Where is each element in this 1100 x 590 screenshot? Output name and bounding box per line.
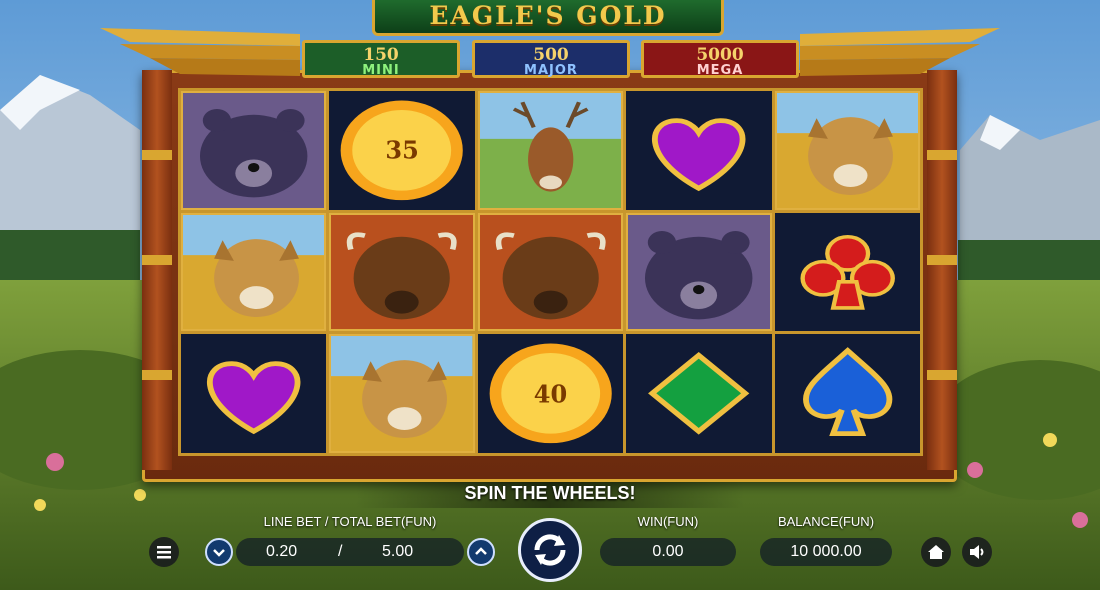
spin-icon <box>534 534 566 566</box>
sun-value: 40 <box>533 379 568 409</box>
left-pillar <box>142 70 172 470</box>
symbol-deer <box>477 91 624 210</box>
jackpot-mega-label: MEGA <box>696 63 744 78</box>
home-icon <box>928 545 944 559</box>
symbol-cougar <box>329 334 475 453</box>
symbol-purple-heart <box>181 334 327 453</box>
symbol-cougar <box>774 91 920 210</box>
increase-bet-button[interactable] <box>467 538 495 566</box>
left-wing-ornament <box>100 28 300 76</box>
sound-icon <box>970 545 984 559</box>
symbol-purple-heart <box>626 91 772 210</box>
menu-button[interactable] <box>149 537 179 567</box>
jackpot-mini-amount: 150 <box>363 45 399 65</box>
balance-display: 10 000.00 <box>760 538 892 566</box>
balance-label: BALANCE(FUN) <box>777 514 875 529</box>
jackpot-mini: 150 MINI <box>302 40 460 78</box>
sound-button[interactable] <box>962 537 992 567</box>
line-bet-value: 0.20 <box>266 543 298 560</box>
symbol-bear <box>181 91 327 210</box>
status-message: SPIN THE WHEELS! <box>464 483 636 503</box>
total-bet-value: 5.00 <box>382 543 414 560</box>
home-button[interactable] <box>921 537 951 567</box>
decrease-bet-button[interactable] <box>205 538 233 566</box>
symbol-cougar <box>181 212 327 332</box>
bet-separator: / <box>338 543 343 560</box>
symbol-sun: 35 <box>329 91 475 210</box>
sun-value: 35 <box>385 135 419 165</box>
decrease-bet-icon <box>213 549 225 557</box>
increase-bet-icon <box>475 547 487 555</box>
jackpot-major: 500 MAJOR <box>472 40 630 78</box>
symbol-bison <box>329 212 475 332</box>
bet-display: 0.20 / 5.00 <box>236 538 464 566</box>
game-title: EAGLE'S GOLD <box>429 1 667 30</box>
jackpot-mega-amount: 5000 <box>696 45 744 65</box>
jackpot-mega: 5000 MEGA <box>641 40 799 78</box>
win-display: 0.00 <box>600 538 736 566</box>
win-label: WIN(FUN) <box>637 514 699 529</box>
symbol-red-club <box>774 212 920 332</box>
right-pillar <box>927 70 957 470</box>
reel-grid: 35 40 <box>178 88 923 456</box>
jackpot-major-amount: 500 <box>533 45 569 65</box>
right-wing-ornament <box>800 28 1000 76</box>
jackpot-major-label: MAJOR <box>524 63 578 78</box>
symbol-sun: 40 <box>477 334 624 453</box>
spin-button[interactable] <box>518 518 582 582</box>
symbol-bear <box>626 212 772 332</box>
symbol-green-diamond <box>626 334 772 453</box>
symbol-blue-spade <box>774 334 920 453</box>
jackpot-mini-label: MINI <box>362 63 400 78</box>
menu-icon <box>157 546 171 559</box>
game-title-banner: EAGLE'S GOLD <box>372 0 724 36</box>
bet-label: LINE BET / TOTAL BET(FUN) <box>263 514 437 529</box>
symbol-bison <box>477 212 624 332</box>
